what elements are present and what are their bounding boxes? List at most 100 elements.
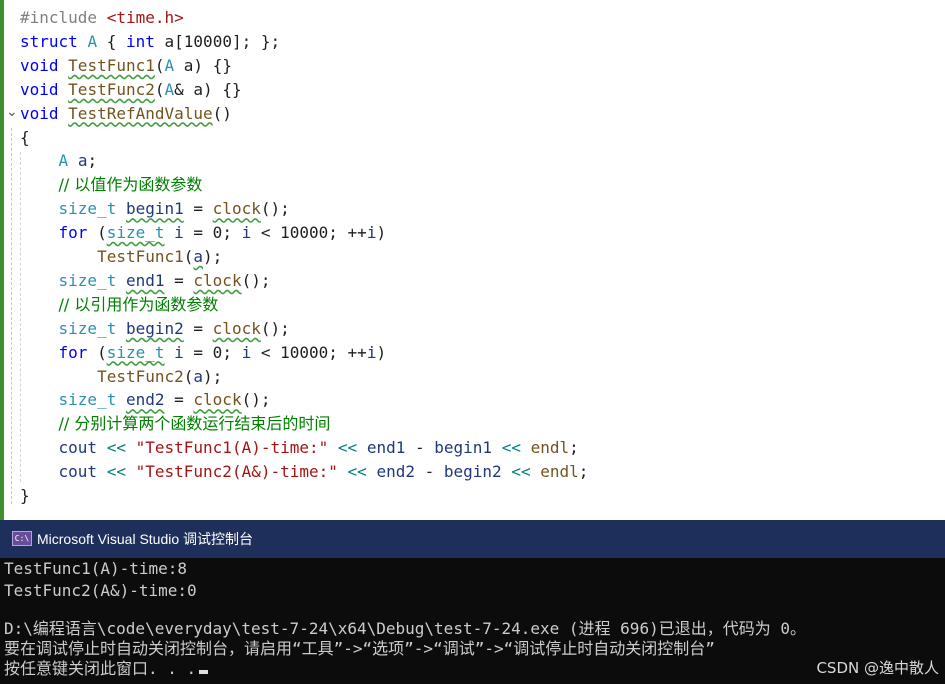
watermark: CSDN @逸中散人 (816, 659, 939, 677)
code-token: << (106, 462, 126, 482)
console-title: Microsoft Visual Studio 调试控制台 (37, 531, 254, 547)
code-token: << (347, 462, 367, 482)
code-token: ( (87, 223, 107, 243)
code-token: TestFunc2 (97, 366, 184, 386)
code-token: ( (183, 247, 194, 266)
code-token: clock (212, 199, 261, 219)
code-token: i (241, 223, 252, 243)
code-token: TestFunc2 (68, 79, 155, 99)
code-token: = 0; (183, 342, 242, 362)
code-token: a (193, 247, 204, 266)
code-token: << (106, 438, 126, 458)
code-token: ); (203, 247, 223, 266)
code-line: size_t end2 = clock(); (20, 388, 271, 412)
console-prompt-line: 按任意键关闭此窗口. . . (4, 658, 209, 680)
code-token: = (183, 199, 213, 219)
code-token: << (501, 438, 521, 458)
code-token: << (511, 462, 531, 482)
code-token: < 10000; ++ (251, 342, 367, 362)
code-token: endl (530, 438, 570, 458)
indent-guide (11, 128, 13, 504)
debug-console-window[interactable]: C:\ Microsoft Visual Studio 调试控制台 TestFu… (0, 520, 945, 684)
code-token: ); (203, 366, 223, 386)
code-token: ; (569, 438, 579, 458)
code-token: TestRefAndValue (68, 103, 213, 123)
code-token: clock (193, 270, 242, 290)
text-cursor (199, 670, 209, 674)
code-token: A (58, 151, 69, 171)
code-token: i (174, 223, 184, 243)
code-line: void TestFunc2(A& a) {} (20, 78, 242, 102)
code-token: & a) {} (174, 79, 242, 99)
console-titlebar[interactable]: C:\ Microsoft Visual Studio 调试控制台 (0, 520, 945, 558)
code-token: TestFunc1 (97, 247, 184, 266)
code-line: struct A { int a[10000]; }; (20, 30, 280, 54)
code-token: end2 (376, 462, 415, 482)
code-line: } (20, 484, 30, 508)
code-line: size_t begin2 = clock(); (20, 317, 290, 341)
code-token: < 10000; ++ (251, 223, 367, 243)
code-token: a (193, 366, 204, 386)
code-token: end1 (366, 438, 406, 458)
code-token: i (366, 342, 377, 362)
code-token: = (164, 390, 194, 410)
code-token: void (20, 79, 69, 99)
code-token: clock (193, 390, 242, 410)
chevron-down-icon[interactable]: ⌄ (6, 104, 18, 120)
code-token: i (174, 342, 184, 362)
code-token: size_t (58, 318, 117, 338)
code-token: end1 (125, 270, 165, 290)
code-token: a) {} (174, 55, 232, 75)
code-line: { (20, 126, 30, 150)
console-app-icon: C:\ (12, 531, 32, 546)
code-line: cout << "TestFunc2(A&)-time:" << end2 - … (20, 460, 589, 484)
code-token: // 以引用作为函数参数 (58, 294, 219, 314)
code-token: << (337, 438, 358, 458)
code-token: #include (20, 8, 107, 27)
code-line: size_t end1 = clock(); (20, 269, 271, 293)
code-token: "TestFunc1(A)-time:" (135, 438, 329, 458)
console-output-line: D:\编程语言\code\everyday\test-7-24\x64\Debu… (4, 619, 806, 638)
code-token: <time.h> (106, 8, 184, 27)
code-token: for (58, 223, 88, 243)
code-token: } (20, 486, 30, 505)
code-token: cout (58, 462, 98, 482)
code-token: - (414, 462, 444, 482)
code-line: // 分别计算两个函数运行结束后的时间 (20, 412, 331, 436)
code-line: cout << "TestFunc1(A)-time:" << end1 - b… (20, 436, 579, 460)
code-token: size_t (106, 342, 165, 362)
code-token: ; (87, 151, 98, 171)
code-token: int (125, 31, 155, 51)
code-token: ) (376, 342, 387, 362)
code-token: TestFunc1 (68, 55, 155, 75)
code-token: A (164, 79, 175, 99)
code-editor[interactable]: ⌄ #include <time.h> struct A { int a[1000… (0, 0, 945, 520)
code-token: ( (183, 366, 194, 386)
code-token: (); (241, 390, 271, 410)
code-token: begin1 (125, 199, 184, 219)
code-token: for (58, 342, 88, 362)
code-token: () (212, 103, 232, 123)
code-token: = (164, 270, 194, 290)
code-token: { (97, 31, 126, 51)
console-output-line: 要在调试停止时自动关闭控制台，请启用“工具”->“选项”->“调试”->“调试停… (4, 639, 715, 658)
code-token: // 以值作为函数参数 (58, 175, 203, 195)
code-line: size_t begin1 = clock(); (20, 197, 290, 221)
console-output-line: TestFunc1(A)-time:8 (4, 559, 188, 578)
